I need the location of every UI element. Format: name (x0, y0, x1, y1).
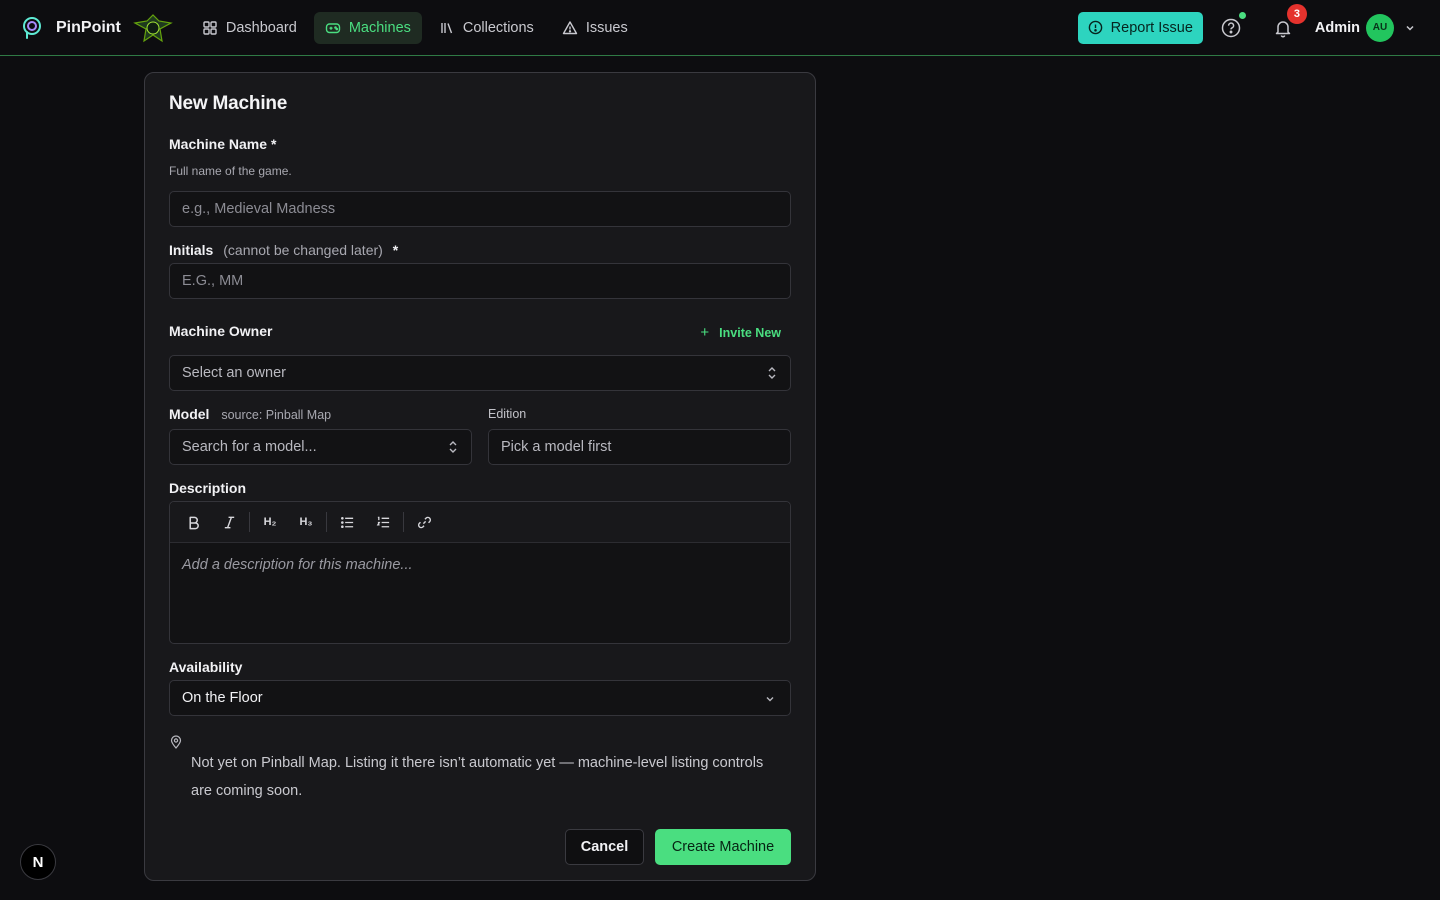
bullet-list-button[interactable] (334, 509, 360, 535)
help-button[interactable] (1219, 11, 1246, 40)
machine-name-help: Full name of the game. (169, 164, 292, 178)
heading2-button[interactable]: H₂ (257, 509, 283, 535)
chevrons-up-down-icon (449, 441, 457, 453)
italic-button[interactable] (216, 509, 242, 535)
machine-name-placeholder: e.g., Medieval Madness (182, 201, 336, 217)
gamepad-icon (325, 22, 341, 33)
top-navbar: PinPoint Dashboard Machines Collections (0, 0, 1440, 56)
italic-icon (224, 516, 234, 528)
brand[interactable]: PinPoint (22, 13, 173, 43)
dev-tools-badge[interactable]: N (20, 844, 56, 880)
machine-name-input[interactable]: e.g., Medieval Madness (169, 191, 791, 227)
chevron-down-icon (1406, 25, 1414, 31)
help-circle-icon (1221, 18, 1241, 37)
map-pin-icon (170, 735, 182, 749)
initials-note: (cannot be changed later) (223, 242, 383, 258)
description-textarea[interactable]: Add a description for this machine... (170, 543, 790, 587)
nav-issues-label: Issues (585, 19, 628, 36)
edition-label: Edition (488, 407, 527, 421)
availability-select[interactable]: On the Floor (169, 680, 791, 716)
model-search-placeholder: Search for a model... (182, 439, 317, 455)
availability-value: On the Floor (182, 690, 263, 706)
availability-label: Availability (169, 659, 243, 675)
alert-circle-icon (1088, 20, 1102, 35)
nav-machines-label: Machines (348, 19, 411, 36)
editor-toolbar: H₂ H₃ (170, 502, 790, 543)
nav-dashboard[interactable]: Dashboard (191, 12, 308, 44)
nav-collections-label: Collections (462, 19, 534, 36)
initials-label-text: Initials (169, 242, 214, 258)
edition-placeholder: Pick a model first (501, 439, 612, 455)
chevron-down-icon (766, 697, 774, 702)
bold-button[interactable] (180, 509, 206, 535)
machine-name-label-text: Machine Name (169, 136, 268, 152)
library-icon (441, 22, 453, 33)
description-editor: H₂ H₃ Add a description for this machine… (169, 501, 791, 644)
cancel-button[interactable]: Cancel (565, 829, 644, 865)
machine-name-label: Machine Name * (169, 136, 276, 152)
toolbar-divider (326, 512, 327, 532)
new-machine-card: New Machine Machine Name * Full name of … (144, 72, 816, 881)
heading2-icon: H₂ (263, 516, 277, 528)
pinball-map-notice: Not yet on Pinball Map. Listing it there… (191, 755, 764, 799)
plus-icon: + (700, 324, 710, 341)
model-search-select[interactable]: Search for a model... (169, 429, 472, 465)
link-button[interactable] (411, 509, 437, 535)
owner-select-placeholder: Select an owner (182, 365, 286, 381)
toolbar-divider (249, 512, 250, 532)
invite-new-button[interactable]: + Invite New (700, 324, 781, 341)
initials-placeholder: E.G., MM (182, 273, 244, 289)
help-status-dot (1238, 11, 1246, 19)
notifications-button[interactable]: 3 (1271, 3, 1307, 40)
bold-icon (188, 516, 199, 529)
user-name: Admin (1314, 19, 1360, 36)
chevrons-up-down-icon (768, 367, 776, 379)
avatar: AU (1366, 13, 1394, 42)
machine-owner-label: Machine Owner (169, 323, 273, 339)
link-icon (417, 516, 431, 528)
main-nav: Dashboard Machines Collections Issues (191, 11, 645, 44)
description-label: Description (169, 480, 247, 496)
nav-machines[interactable]: Machines (313, 11, 422, 44)
brand-name: PinPoint (56, 18, 121, 36)
nav-dashboard-label: Dashboard (225, 19, 297, 36)
owner-select[interactable]: Select an owner (169, 355, 791, 391)
warning-icon (562, 20, 578, 34)
create-machine-button[interactable]: Create Machine (655, 829, 791, 865)
initials-input[interactable]: E.G., MM (169, 263, 791, 299)
report-issue-button[interactable]: Report Issue (1077, 11, 1203, 44)
numbered-list-icon (376, 516, 389, 527)
toolbar-divider (403, 512, 404, 532)
page-title: New Machine (169, 93, 288, 114)
numbered-list-button[interactable] (370, 509, 396, 535)
user-menu[interactable]: Admin AU (1314, 13, 1416, 42)
topbar-actions: Report Issue 3 Admin AU (1077, 3, 1416, 44)
nav-issues[interactable]: Issues (551, 12, 639, 44)
bullet-list-icon (340, 516, 353, 528)
model-source: source: Pinball Map (221, 408, 332, 422)
heading3-icon: H₃ (299, 516, 313, 528)
model-label: Model source: Pinball Map (169, 406, 331, 422)
report-issue-label: Report Issue (1110, 19, 1193, 36)
required-marker: * (392, 242, 399, 258)
dashboard-icon (203, 20, 217, 35)
required-marker: * (270, 136, 277, 152)
nav-collections[interactable]: Collections (428, 12, 545, 44)
edition-select[interactable]: Pick a model first (488, 429, 791, 465)
invite-new-label: Invite New (719, 325, 781, 340)
notification-count-badge: 3 (1286, 3, 1307, 24)
model-label-text: Model (169, 406, 210, 422)
heading3-button[interactable]: H₃ (293, 509, 319, 535)
club-logo-icon (133, 13, 173, 42)
initials-label: Initials (cannot be changed later) * (169, 242, 398, 258)
pinpoint-logo-icon (23, 16, 41, 39)
